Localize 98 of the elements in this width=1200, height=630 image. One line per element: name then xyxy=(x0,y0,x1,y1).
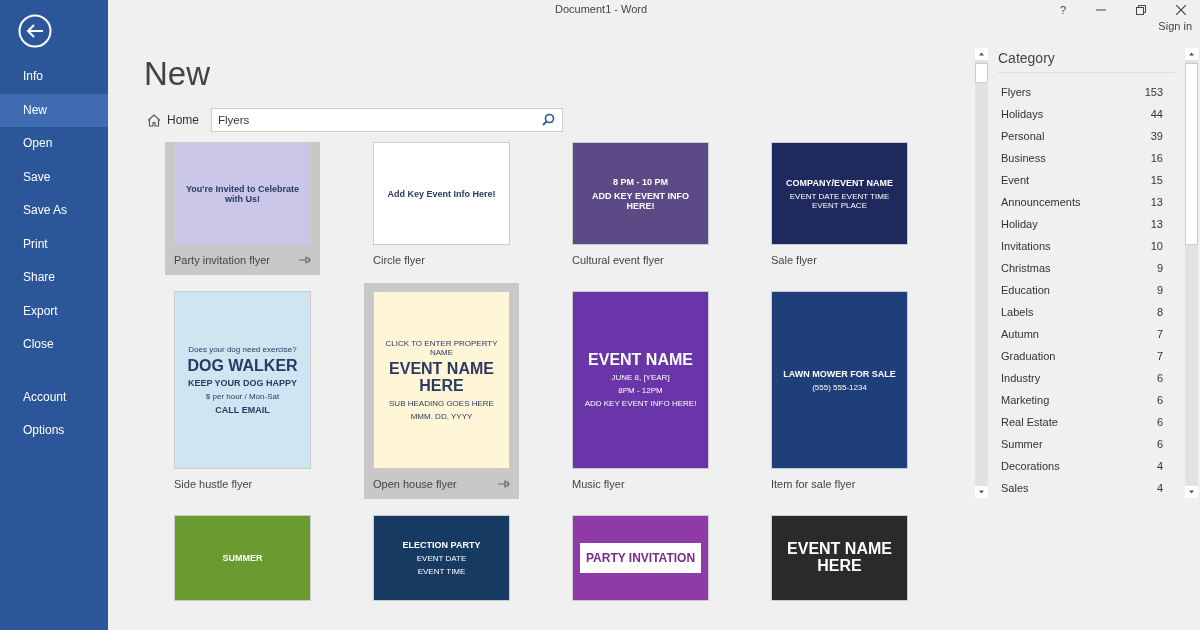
preview-text: EVENT NAME HERE xyxy=(786,541,893,575)
category-item[interactable]: Christmas 9 xyxy=(998,257,1175,279)
preview-text: Add Key Event Info Here! xyxy=(387,188,496,199)
preview-text: CLICK TO ENTER PROPERTY NAME xyxy=(384,339,499,358)
sidebar-item[interactable]: Open xyxy=(0,127,108,161)
template-card[interactable]: LAWN MOWER FOR SALE (555) 555-1234 Item for sale flyer xyxy=(762,283,917,499)
sidebar-item[interactable]: Close xyxy=(0,328,108,362)
template-name: Item for sale flyer xyxy=(771,478,856,490)
preview-text: EVENT DATE xyxy=(416,554,467,563)
category-heading: Category xyxy=(998,48,1175,73)
sidebar-item[interactable]: Print xyxy=(0,227,108,261)
template-card[interactable]: COMPANY/EVENT NAME EVENT DATE EVENT TIME EVENT PLACE Sale flyer xyxy=(762,142,917,275)
page-title: New xyxy=(144,54,212,94)
category-item[interactable]: Holidays 44 xyxy=(998,103,1175,125)
sidebar-item[interactable]: New xyxy=(0,93,108,127)
sidebar-item[interactable]: Save xyxy=(0,160,108,194)
search-field[interactable]: Flyers xyxy=(211,108,563,132)
scrollbar[interactable] xyxy=(1185,48,1198,498)
preview-text: DOG WALKER xyxy=(187,357,298,375)
template-name: Music flyer xyxy=(572,478,625,490)
home-icon[interactable] xyxy=(147,113,161,127)
template-card[interactable]: EVENT NAME HERE xyxy=(762,507,917,609)
restore-icon[interactable] xyxy=(1136,5,1146,15)
template-name: Side hustle flyer xyxy=(174,478,253,490)
scroll-down-icon[interactable] xyxy=(1185,486,1198,498)
back-icon[interactable] xyxy=(18,14,52,48)
template-card[interactable]: PARTY INVITATION xyxy=(563,507,718,609)
scroll-down-icon[interactable] xyxy=(975,486,988,498)
sidebar-item[interactable]: Share xyxy=(0,261,108,295)
category-item[interactable]: Business 16 xyxy=(998,147,1175,169)
category-item[interactable]: Decorations 4 xyxy=(998,455,1175,477)
preview-text: MMM. DD, YYYY xyxy=(410,411,473,421)
preview-text: COMPANY/EVENT NAME xyxy=(786,177,893,188)
preview-text: 8PM - 12PM xyxy=(618,385,663,395)
template-name: Open house flyer xyxy=(373,478,457,490)
sidebar-item[interactable]: Export xyxy=(0,294,108,328)
pin-icon[interactable] xyxy=(498,479,510,489)
preview-text: EVENT DATE EVENT TIME EVENT PLACE xyxy=(788,191,891,210)
template-card[interactable]: EVENT NAME JUNE 8, [YEAR] 8PM - 12PM ADD KEY EVENT INFO HERE! Music flyer xyxy=(563,283,718,499)
scroll-up-icon[interactable] xyxy=(1185,48,1198,60)
template-card[interactable]: Does your dog need exercise? DOG WALKER KEEP YOUR DOG HAPPY $ per hour / Mon-Sat CALL EMAIL Side hustle flyer xyxy=(165,283,320,499)
preview-text: ELECTION PARTY xyxy=(402,540,481,550)
sidebar-item[interactable]: Options xyxy=(0,414,108,448)
sidebar-item[interactable]: Info xyxy=(0,60,108,94)
template-name: Sale flyer xyxy=(771,254,817,266)
preview-text: Does your dog need exercise? xyxy=(188,344,297,354)
preview-text: You're Invited to Celebrate with Us! xyxy=(185,183,300,204)
pin-icon[interactable] xyxy=(299,255,311,265)
preview-text: PARTY INVITATION xyxy=(579,543,702,573)
home-link[interactable]: Home xyxy=(167,113,199,127)
preview-text: (555) 555-1234 xyxy=(812,382,867,392)
preview-text: JUNE 8, [YEAR] xyxy=(611,372,670,382)
category-item[interactable]: Sales 4 xyxy=(998,477,1175,499)
category-item[interactable]: Autumn 7 xyxy=(998,323,1175,345)
sidebar-item[interactable]: Account xyxy=(0,380,108,414)
sign-in-link[interactable]: Sign in xyxy=(1158,20,1192,36)
preview-text: EVENT NAME HERE xyxy=(388,361,495,395)
template-name: Party invitation flyer xyxy=(174,254,270,266)
preview-text: ADD KEY EVENT INFO HERE! xyxy=(584,398,697,408)
category-item[interactable]: Announcements 13 xyxy=(998,191,1175,213)
scrollbar[interactable] xyxy=(975,48,988,498)
preview-text: EVENT TIME xyxy=(417,567,466,576)
template-card[interactable]: ELECTION PARTY EVENT DATE EVENT TIME xyxy=(364,507,519,609)
help-button[interactable]: ? xyxy=(1059,4,1066,16)
preview-text: ADD KEY EVENT INFO HERE! xyxy=(591,190,690,211)
preview-text: SUMMER xyxy=(222,553,263,563)
category-item[interactable]: Personal 39 xyxy=(998,125,1175,147)
template-card[interactable]: You're Invited to Celebrate with Us! Party invitation flyer xyxy=(165,142,320,275)
preview-text: $ per hour / Mon-Sat xyxy=(205,392,280,402)
category-item[interactable]: Marketing 6 xyxy=(998,389,1175,411)
preview-text: KEEP YOUR DOG HAPPY xyxy=(187,378,298,389)
category-item[interactable]: Holiday 13 xyxy=(998,213,1175,235)
template-card[interactable]: CLICK TO ENTER PROPERTY NAME EVENT NAME HERE SUB HEADING GOES HERE MMM. DD, YYYY Open house flyer xyxy=(364,283,519,499)
scroll-thumb[interactable] xyxy=(1185,63,1198,245)
category-item[interactable]: Summer 6 xyxy=(998,433,1175,455)
category-item[interactable]: Flyers 153 xyxy=(998,81,1175,103)
category-item[interactable]: Education 9 xyxy=(998,279,1175,301)
close-icon[interactable] xyxy=(1176,5,1186,15)
scroll-up-icon[interactable] xyxy=(975,48,988,60)
preview-text: CALL EMAIL xyxy=(215,405,270,416)
category-item[interactable]: Labels 8 xyxy=(998,301,1175,323)
category-item[interactable]: Graduation 7 xyxy=(998,345,1175,367)
template-card[interactable]: 8 PM - 10 PM ADD KEY EVENT INFO HERE! Cultural event flyer xyxy=(563,142,718,275)
category-item[interactable]: Industry 6 xyxy=(998,367,1175,389)
preview-text: 8 PM - 10 PM xyxy=(613,176,668,187)
window-title: Document1 - Word xyxy=(555,3,648,15)
sidebar-item[interactable]: Save As xyxy=(0,194,108,228)
template-name: Cultural event flyer xyxy=(572,254,664,266)
preview-text: EVENT NAME xyxy=(588,352,693,369)
category-item[interactable]: Event 15 xyxy=(998,169,1175,191)
scroll-thumb[interactable] xyxy=(975,63,988,83)
template-name: Circle flyer xyxy=(373,254,425,266)
template-card[interactable]: Add Key Event Info Here! Circle flyer xyxy=(364,142,519,275)
category-item[interactable]: Invitations 10 xyxy=(998,235,1175,257)
preview-text: SUB HEADING GOES HERE xyxy=(389,398,494,408)
search-icon[interactable] xyxy=(542,113,555,126)
preview-text: LAWN MOWER FOR SALE xyxy=(783,368,896,379)
category-item[interactable]: Real Estate 6 xyxy=(998,411,1175,433)
